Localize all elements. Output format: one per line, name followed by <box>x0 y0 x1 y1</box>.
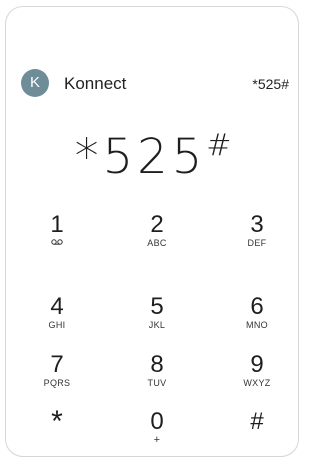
avatar[interactable]: K <box>21 69 49 97</box>
key-digit: 7 <box>50 351 64 378</box>
key-letters: JKL <box>148 320 166 330</box>
key-digit: 5 <box>150 293 164 320</box>
dialed-number-display: *525# <box>6 127 300 187</box>
key-digit: 3 <box>250 211 264 238</box>
key-3[interactable]: 3 DEF <box>227 212 287 266</box>
key-digit: 2 <box>150 211 164 238</box>
key-8[interactable]: 8 TUV <box>127 352 187 406</box>
dialed-number-suffix: # <box>206 128 232 163</box>
key-digit: 1 <box>50 211 64 238</box>
key-digit: # <box>250 408 264 435</box>
key-5[interactable]: 5 JKL <box>127 294 187 348</box>
key-9[interactable]: 9 WXYZ <box>227 352 287 406</box>
contact-header: K Konnect *525# <box>21 67 289 97</box>
dialed-number: *525 <box>74 129 207 185</box>
key-letters: MNO <box>246 320 268 330</box>
key-digit: 0 <box>150 408 164 435</box>
key-letters: TUV <box>147 378 167 388</box>
key-digit: 8 <box>150 351 164 378</box>
key-letters: PQRS <box>43 378 71 388</box>
key-digit: * <box>51 405 63 438</box>
key-0[interactable]: 0 + <box>127 409 187 463</box>
key-letters: DEF <box>247 238 267 248</box>
voicemail-icon <box>51 239 63 245</box>
dialer-card: K Konnect *525# *525# 1 2 ABC 3 DEF 4 GH… <box>5 6 299 457</box>
key-letters: + <box>153 434 161 446</box>
contact-name: Konnect <box>64 74 127 93</box>
key-letters: WXYZ <box>243 378 271 388</box>
key-hash[interactable]: # <box>227 409 287 463</box>
key-7[interactable]: 7 PQRS <box>27 352 87 406</box>
key-2[interactable]: 2 ABC <box>127 212 187 266</box>
key-digit: 9 <box>250 351 264 378</box>
key-star[interactable]: * <box>27 405 87 463</box>
key-letters: ABC <box>147 238 167 248</box>
header-number: *525# <box>252 76 289 92</box>
key-digit: 6 <box>250 293 264 320</box>
key-letters: GHI <box>48 320 66 330</box>
key-digit: 4 <box>50 293 64 320</box>
key-1[interactable]: 1 <box>27 212 87 266</box>
key-4[interactable]: 4 GHI <box>27 294 87 348</box>
key-6[interactable]: 6 MNO <box>227 294 287 348</box>
